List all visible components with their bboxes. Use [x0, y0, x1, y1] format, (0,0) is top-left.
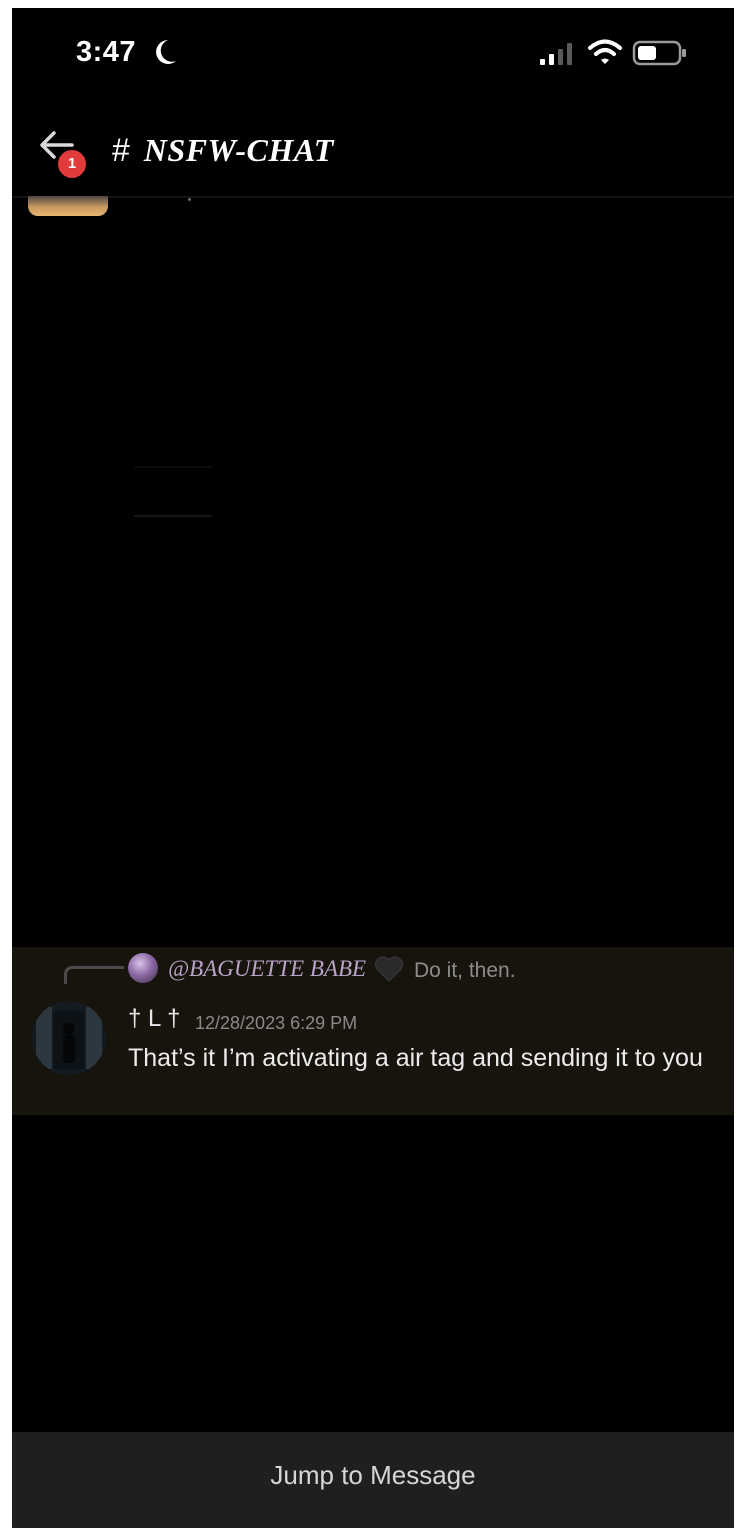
- app-screen: 3:47 1 # NSFW-CHAT @BAGUETTE BABE Do it,…: [12, 8, 734, 1528]
- message-text: That’s it I’m activating a air tag and s…: [128, 1044, 703, 1072]
- channel-header: 1 # NSFW-CHAT: [12, 98, 734, 198]
- highlighted-message[interactable]: @BAGUETTE BABE Do it, then. † L † 12/28/…: [12, 947, 734, 1115]
- reply-preview[interactable]: Do it, then.: [414, 959, 516, 983]
- channel-title: # NSFW-CHAT: [112, 130, 334, 170]
- author-name[interactable]: † L †: [128, 1005, 181, 1033]
- status-time: 3:47: [76, 36, 137, 68]
- hash-icon: #: [112, 131, 130, 168]
- moon-icon: [156, 40, 176, 64]
- cellular-signal-icon: [540, 43, 572, 65]
- reply-avatar: [128, 953, 158, 983]
- message-timestamp: 12/28/2023 6:29 PM: [195, 1013, 358, 1033]
- unread-badge: 1: [56, 148, 88, 180]
- divider: [134, 515, 212, 517]
- black-heart-icon: [375, 956, 403, 982]
- author-avatar[interactable]: [32, 1001, 106, 1075]
- wifi-icon: [588, 39, 622, 64]
- header-divider: [12, 196, 734, 198]
- jump-to-message-label: Jump to Message: [270, 1460, 476, 1490]
- battery-icon: [632, 40, 686, 66]
- partial-avatar: [28, 196, 108, 216]
- reply-connector: [64, 966, 124, 984]
- channel-name: NSFW-CHAT: [143, 131, 334, 168]
- divider: [134, 466, 212, 468]
- partial-text-fragment: [188, 198, 191, 201]
- reply-author[interactable]: @BAGUETTE BABE: [168, 956, 366, 982]
- status-bar: 3:47: [12, 8, 734, 98]
- back-button[interactable]: 1: [38, 128, 88, 180]
- jump-to-message-button[interactable]: Jump to Message: [12, 1432, 734, 1528]
